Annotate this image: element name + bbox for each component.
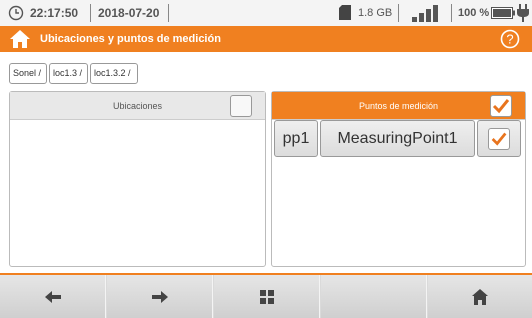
locations-title: Ubicaciones bbox=[112, 101, 163, 111]
status-date: 2018-07-20 bbox=[98, 6, 160, 20]
sd-card-icon bbox=[339, 5, 351, 20]
select-all-locations-checkbox[interactable] bbox=[230, 95, 252, 117]
arrow-left-icon bbox=[44, 290, 61, 303]
home-icon bbox=[472, 288, 488, 305]
point-id-button[interactable]: pp1 bbox=[274, 120, 318, 157]
empty-nav-button[interactable] bbox=[321, 275, 427, 318]
grid-button[interactable] bbox=[214, 275, 320, 318]
clock-icon bbox=[8, 5, 24, 21]
grid-icon bbox=[259, 289, 274, 304]
arrow-right-icon bbox=[151, 290, 168, 303]
breadcrumb-item[interactable]: Sonel / bbox=[9, 63, 47, 84]
status-bar: 22:17:50 2018-07-20 1.8 GB 100 % bbox=[0, 0, 532, 26]
checkmark-icon bbox=[492, 99, 510, 114]
battery-percent: 100 % bbox=[458, 7, 490, 19]
point-checkbox[interactable] bbox=[477, 120, 521, 157]
home-button[interactable] bbox=[428, 275, 532, 318]
checkmark-icon bbox=[488, 128, 510, 150]
page-title: Ubicaciones y puntos de medición bbox=[40, 33, 221, 45]
memory-label: 1.8 GB bbox=[358, 7, 393, 19]
divider bbox=[398, 4, 399, 22]
measuring-points-header: Puntos de medición bbox=[272, 92, 525, 120]
divider bbox=[168, 4, 169, 22]
bottom-nav bbox=[0, 273, 532, 318]
back-button[interactable] bbox=[0, 275, 106, 318]
home-icon[interactable] bbox=[9, 29, 31, 49]
svg-text:?: ? bbox=[506, 32, 513, 47]
signal-icon bbox=[412, 5, 438, 22]
select-all-points-checkbox[interactable] bbox=[490, 95, 512, 117]
breadcrumb-item[interactable]: loc1.3.2 / bbox=[90, 63, 138, 84]
locations-panel: Ubicaciones bbox=[9, 91, 266, 267]
measuring-points-panel: Puntos de medición pp1 MeasuringPoint1 bbox=[271, 91, 526, 267]
status-time: 22:17:50 bbox=[30, 6, 79, 20]
title-bar: Ubicaciones y puntos de medición ? bbox=[0, 26, 532, 52]
point-name-button[interactable]: MeasuringPoint1 bbox=[320, 120, 475, 157]
measuring-points-title: Puntos de medición bbox=[358, 101, 439, 111]
battery-icon bbox=[491, 7, 515, 19]
locations-header: Ubicaciones bbox=[10, 92, 265, 120]
plug-icon bbox=[517, 4, 529, 22]
breadcrumb-item[interactable]: loc1.3 / bbox=[49, 63, 88, 84]
help-icon[interactable]: ? bbox=[500, 29, 520, 49]
divider bbox=[451, 4, 452, 22]
divider bbox=[90, 4, 91, 22]
forward-button[interactable] bbox=[107, 275, 213, 318]
